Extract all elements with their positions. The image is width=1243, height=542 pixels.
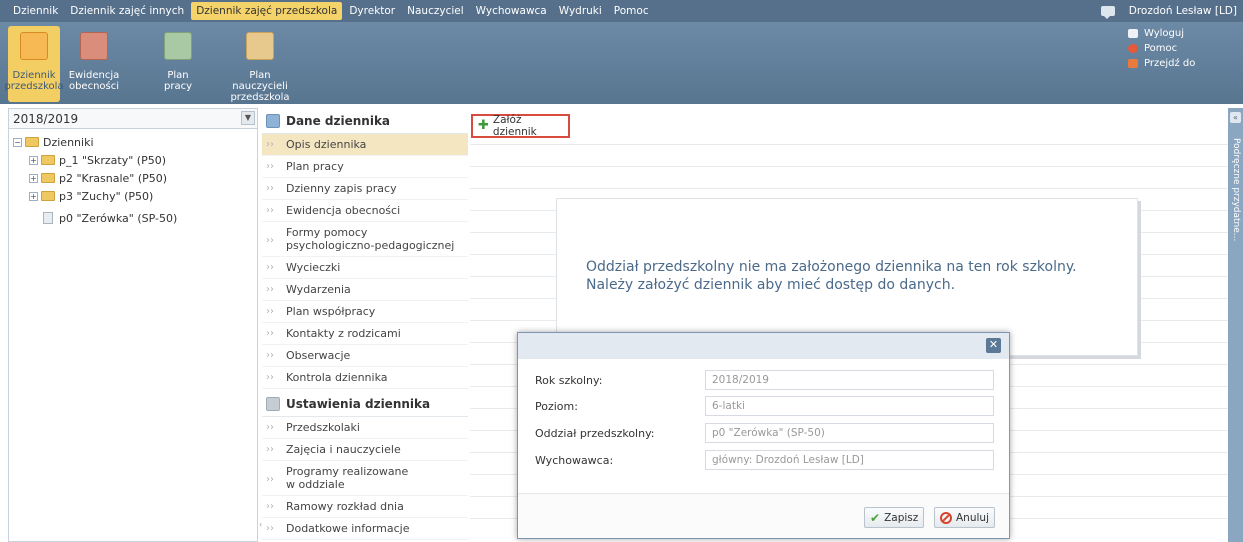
tree-root[interactable]: − Dzienniki	[9, 133, 257, 151]
menu-dziennik-zajec-innych[interactable]: Dziennik zajęć innych	[65, 2, 189, 20]
expand-icon[interactable]: +	[29, 173, 38, 183]
nav-przedszkolaki[interactable]: ›› Przedszkolaki	[262, 417, 468, 439]
nav-dzienny-zapis-pracy[interactable]: ›› Dzienny zapis pracy	[262, 178, 468, 200]
school-year-select[interactable]: 2018/2019 ▼	[9, 109, 257, 129]
attendance-icon	[80, 32, 108, 60]
ribbon-toolbar: Dziennik przedszkola Ewidencja obecności…	[0, 22, 1243, 104]
nav-kontakty-z-rodzicami[interactable]: ›› Kontakty z rodzicami	[262, 323, 468, 345]
side-panel-label: Podręczne przydatne...	[1231, 138, 1241, 242]
nav-plan-pracy[interactable]: ›› Plan pracy	[262, 156, 468, 178]
nav-obserwacje[interactable]: ›› Obserwacje	[262, 345, 468, 367]
ribbon-plan-nauczycieli-button[interactable]: Plan nauczycieli przedszkola	[230, 26, 290, 103]
help-icon	[1128, 44, 1138, 53]
nav-wydarzenia[interactable]: ›› Wydarzenia	[262, 279, 468, 301]
nav-ewidencja-obecnosci[interactable]: ›› Ewidencja obecności	[262, 200, 468, 222]
section-ustawienia-dziennika: Ustawienia dziennika	[262, 391, 468, 417]
user-area: Drozdoń Lesław [LD]	[1100, 0, 1237, 22]
nav-formy-pomocy[interactable]: ›› Formy pomocy psychologiczno-pedagogicz…	[262, 222, 468, 257]
user-name[interactable]: Drozdoń Lesław [LD]	[1129, 5, 1237, 17]
top-menu-bar: Dziennik Dziennik zajęć innych Dziennik …	[0, 0, 1243, 22]
tree-group-krasnale[interactable]: + p2 "Krasnale" (P50)	[9, 169, 257, 187]
help-link[interactable]: Pomoc	[1128, 41, 1195, 56]
field-label: Poziom:	[535, 399, 578, 413]
nav-wycieczki[interactable]: ›› Wycieczki	[262, 257, 468, 279]
row-oddzial: Oddział przedszkolny: p0 "Zerówka" (SP-5…	[535, 422, 995, 444]
ribbon-plan-pracy-button[interactable]: Plan pracy	[158, 26, 198, 92]
menu-dyrektor[interactable]: Dyrektor	[344, 2, 400, 20]
save-button[interactable]: ✔ Zapisz	[864, 507, 925, 528]
teachers-plan-icon	[246, 32, 274, 60]
row-wychowawca: Wychowawca: główny: Drozdoń Lesław [LD]	[535, 449, 995, 471]
settings-icon	[266, 396, 280, 411]
journal-nav-panel: Dane dziennika ›› Opis dziennika ›› Plan p…	[262, 108, 468, 542]
journal-tree-panel: 2018/2019 ▼ − Dzienniki + p_1 "Skrzaty" …	[8, 108, 258, 542]
close-icon[interactable]: ✕	[986, 338, 1001, 353]
cancel-button[interactable]: Anuluj	[934, 507, 995, 528]
row-poziom: Poziom: 6-latki	[535, 395, 995, 417]
nav-ramowy-rozklad-dnia[interactable]: ›› Ramowy rozkład dnia	[262, 496, 468, 518]
user-links: Wyloguj Pomoc Przejdź do	[1128, 26, 1195, 71]
tree-group-zuchy[interactable]: + p3 "Zuchy" (P50)	[9, 187, 257, 205]
collapse-icon[interactable]: −	[13, 137, 22, 147]
field-label: Rok szkolny:	[535, 373, 603, 387]
divider	[470, 144, 1228, 145]
journal-icon	[266, 113, 280, 128]
menu-dziennik-zajec-przedszkola[interactable]: Dziennik zajęć przedszkola	[191, 2, 343, 20]
nav-plan-wspolpracy[interactable]: ›› Plan współpracy	[262, 301, 468, 323]
document-icon	[43, 212, 53, 224]
create-journal-dialog: ✕ Rok szkolny: 2018/2019 Poziom: 6-latki…	[517, 332, 1010, 539]
menu-wychowawca[interactable]: Wychowawca	[471, 2, 552, 20]
expand-icon[interactable]: +	[29, 191, 38, 201]
tree-group-skrzaty[interactable]: + p_1 "Skrzaty" (P50)	[9, 151, 257, 169]
folder-icon	[41, 155, 55, 165]
home-icon	[1128, 59, 1138, 68]
menu-nauczyciel[interactable]: Nauczyciel	[402, 2, 469, 20]
nav-dodatkowe-informacje[interactable]: ›› Dodatkowe informacje	[262, 518, 468, 540]
tree-item-zerowka[interactable]: p0 "Zerówka" (SP-50)	[9, 209, 257, 227]
dialog-footer: ✔ Zapisz Anuluj	[518, 493, 1009, 538]
field-label: Oddział przedszkolny:	[535, 426, 655, 440]
school-year-value: 2018/2019	[13, 111, 79, 126]
divider	[470, 166, 1228, 167]
expand-icon[interactable]: +	[29, 155, 38, 165]
side-panel-collapsed[interactable]: « Podręczne przydatne...	[1228, 108, 1243, 542]
message-icon[interactable]	[1100, 6, 1115, 19]
nav-opis-dziennika[interactable]: ›› Opis dziennika	[262, 134, 468, 156]
oddzial-field: p0 "Zerówka" (SP-50)	[705, 423, 994, 443]
folder-icon	[41, 191, 55, 201]
cancel-icon	[940, 511, 952, 524]
ribbon-dziennik-przedszkola-button[interactable]: Dziennik przedszkola	[4, 26, 64, 102]
poziom-field: 6-latki	[705, 396, 994, 416]
nav-programy-realizowane[interactable]: ›› Programy realizowane w oddziale	[262, 461, 468, 496]
dialog-titlebar: ✕	[518, 333, 1009, 359]
menu-pomoc[interactable]: Pomoc	[609, 2, 654, 20]
menu-wydruki[interactable]: Wydruki	[554, 2, 607, 20]
create-journal-button[interactable]: ✚ Załóż dziennik	[471, 114, 570, 138]
journal-tree: − Dzienniki + p_1 "Skrzaty" (P50) + p2 "…	[9, 129, 257, 227]
folder-open-icon	[25, 137, 39, 147]
rok-szkolny-field: 2018/2019	[705, 370, 994, 390]
notice-text: Oddział przedszkolny nie ma założonego d…	[586, 259, 1077, 293]
children-icon	[20, 32, 48, 60]
nav-kontrola-dziennika[interactable]: ›› Kontrola dziennika	[262, 367, 468, 389]
row-rok-szkolny: Rok szkolny: 2018/2019	[535, 369, 995, 391]
menu-dziennik[interactable]: Dziennik	[8, 2, 63, 20]
wychowawca-field: główny: Drozdoń Lesław [LD]	[705, 450, 994, 470]
nav-zajecia-i-nauczyciele[interactable]: ›› Zajęcia i nauczyciele	[262, 439, 468, 461]
ribbon-ewidencja-obecnosci-button[interactable]: Ewidencja obecności	[66, 26, 122, 92]
plan-icon	[164, 32, 192, 60]
logout-link[interactable]: Wyloguj	[1128, 26, 1195, 41]
check-icon: ✔	[870, 510, 881, 525]
goto-link[interactable]: Przejdź do	[1128, 56, 1195, 71]
field-label: Wychowawca:	[535, 453, 614, 467]
expand-panel-icon[interactable]: «	[1230, 112, 1241, 123]
logout-icon	[1128, 29, 1138, 38]
chevron-down-icon[interactable]: ▼	[241, 111, 255, 125]
plus-icon: ✚	[478, 118, 489, 133]
divider	[470, 188, 1228, 189]
section-dane-dziennika: Dane dziennika	[262, 108, 468, 134]
folder-icon	[41, 173, 55, 183]
